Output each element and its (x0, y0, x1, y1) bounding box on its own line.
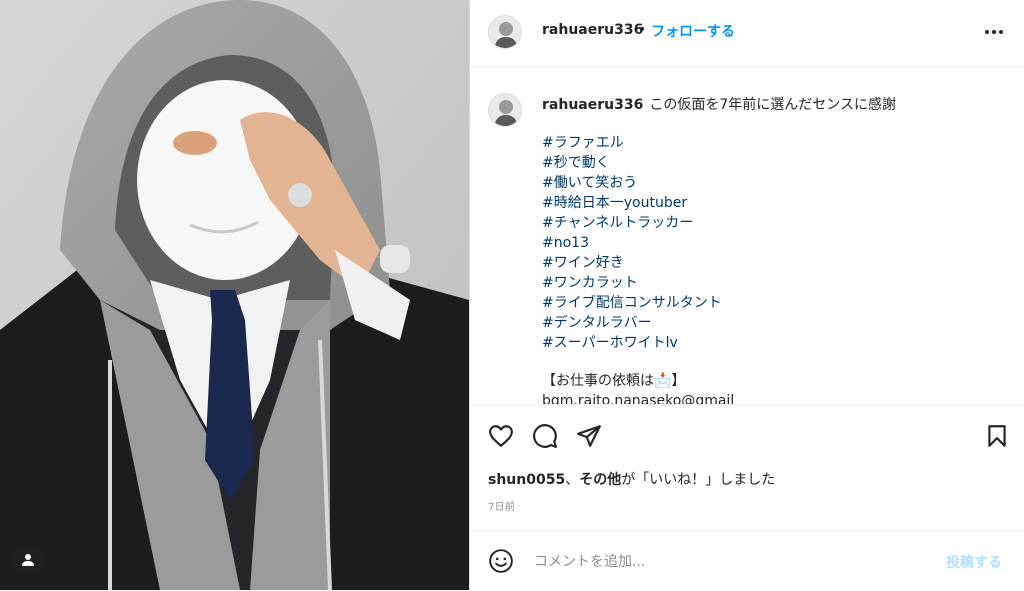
caption-body: この仮面を7年前に選んだセンスに感謝 (649, 97, 896, 113)
hashtag-link[interactable]: #ラファエル (542, 133, 1002, 153)
contact-info: 【お仕事の依頼は📩】 bgm.raito.nanaseko@gmail (542, 371, 1002, 404)
hashtag-link[interactable]: #ワンカラット (542, 273, 1002, 293)
hashtag-link[interactable]: #デンタルラバー (542, 313, 1002, 333)
heart-icon (489, 425, 513, 447)
comment-bar: 投稿する (470, 531, 1024, 591)
emoji-button[interactable] (488, 548, 514, 574)
share-plane-icon (577, 425, 601, 447)
post-author-username[interactable]: rahuaeru336 (542, 22, 643, 38)
bookmark-icon (988, 425, 1006, 447)
hashtag-link[interactable]: #no13 (542, 233, 1002, 253)
comment-button[interactable] (532, 423, 558, 449)
hashtag-link[interactable]: #ライブ配信コンサルタント (542, 293, 1002, 313)
caption-username[interactable]: rahuaeru336 (542, 97, 643, 113)
masked-man-photo (0, 0, 469, 590)
more-options-button[interactable] (980, 20, 1008, 44)
contact-heading: 【お仕事の依頼は📩】 (542, 373, 686, 389)
save-button[interactable] (984, 423, 1010, 449)
post-timestamp[interactable]: 7日前 (488, 498, 515, 513)
comment-icon (533, 424, 557, 448)
likes-summary: shun0055、その他が「いいね！」しました (488, 469, 775, 489)
post-sidebar: rahuaeru336 • フォローする rahuaeru336 この仮面を7年前… (470, 0, 1024, 590)
post-photo[interactable] (0, 0, 469, 590)
caption-section: rahuaeru336 この仮面を7年前に選んだセンスに感謝 #ラファエル #秒で… (470, 68, 1024, 404)
more-horizontal-icon (985, 30, 1003, 34)
likes-suffix: が「いいね！」しました (621, 472, 776, 488)
tagged-users-button[interactable] (13, 545, 43, 575)
like-button[interactable] (488, 423, 514, 449)
person-icon (22, 554, 34, 566)
avatar-image (489, 94, 521, 126)
caption-text: rahuaeru336 この仮面を7年前に選んだセンスに感謝 #ラファエル #秒で… (542, 95, 1002, 404)
hashtag-link[interactable]: #秒で動く (542, 153, 1002, 173)
hashtag-link[interactable]: #時給日本一youtuber (542, 193, 1002, 213)
post-comment-button[interactable]: 投稿する (946, 552, 1002, 572)
avatar[interactable] (488, 93, 522, 127)
hashtag-list: #ラファエル #秒で動く #働いて笑おう #時給日本一youtuber #チャン… (542, 133, 1002, 353)
hashtag-link[interactable]: #チャンネルトラッカー (542, 213, 1002, 233)
follow-button[interactable]: フォローする (651, 21, 735, 41)
hashtag-link[interactable]: #ワイン好き (542, 253, 1002, 273)
hashtag-link[interactable]: #スーパーホワイトlv (542, 333, 1002, 353)
post-header: rahuaeru336 • フォローする (470, 0, 1024, 68)
avatar-image (489, 16, 521, 48)
contact-email: bgm.raito.nanaseko@gmail (542, 393, 735, 404)
comment-input[interactable] (532, 548, 936, 576)
likes-others-link[interactable]: その他 (579, 472, 621, 488)
avatar[interactable] (488, 15, 522, 49)
actions-divider (470, 404, 1024, 405)
smiley-icon (489, 549, 513, 573)
hashtag-link[interactable]: #働いて笑おう (542, 173, 1002, 193)
likes-separator: 、 (565, 472, 580, 488)
liker-username[interactable]: shun0055 (488, 472, 565, 488)
share-button[interactable] (576, 423, 602, 449)
separator-dot: • (638, 22, 647, 38)
